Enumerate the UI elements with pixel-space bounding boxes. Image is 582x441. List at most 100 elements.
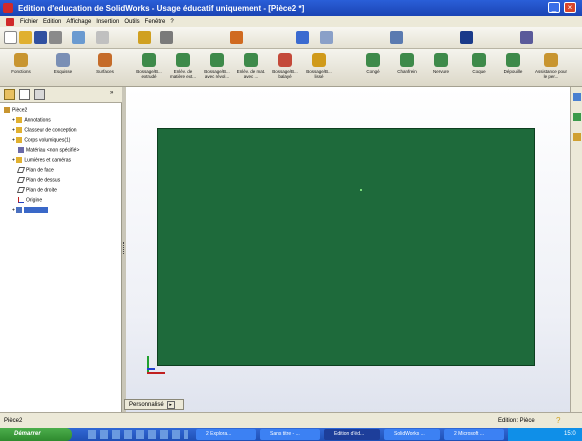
shell-icon [472, 53, 486, 67]
cmd-esquisse[interactable]: Esquisse [46, 51, 80, 74]
task-microsoft[interactable]: 2 Microsoft ... [444, 429, 504, 440]
select-icon[interactable] [96, 31, 109, 44]
minimize-button[interactable]: _ [548, 2, 560, 13]
sketch-point-icon [360, 189, 362, 191]
splitter-grip-icon [123, 242, 125, 254]
collapse-panel-icon[interactable]: » [110, 90, 113, 96]
task-pane-strip [570, 87, 582, 412]
task-untitled[interactable]: Sans titre - ... [260, 429, 320, 440]
command-manager: Fonctions Esquisse Surfaces Bossage/B...… [0, 49, 582, 87]
tree-root[interactable]: Pièce2 [4, 107, 27, 113]
plane-icon [16, 177, 26, 183]
design-library-icon[interactable] [573, 113, 581, 121]
property-manager-tab-icon[interactable] [19, 89, 30, 100]
task-solidworks[interactable]: SolidWorks ... [384, 429, 440, 440]
view-tab-label: Personnalisé [129, 401, 164, 408]
view-tab-dropdown-icon[interactable]: ▸ [166, 400, 175, 409]
cmd-rib[interactable]: Nervure [424, 51, 458, 74]
display-style-icon[interactable] [460, 31, 473, 44]
view-icon[interactable] [296, 31, 309, 44]
surfaces-icon [98, 53, 112, 67]
menu-fenetre[interactable]: Fenêtre [145, 19, 166, 25]
tree-item-origin[interactable]: Origine [18, 197, 42, 203]
cmd-extrude-boss[interactable]: Bossage/B... extrudé [132, 51, 166, 79]
cmd-chamfer[interactable]: Chanfrein [390, 51, 424, 74]
tree-item-material[interactable]: Matériau <non spécifié> [18, 147, 79, 153]
help-icon[interactable]: ? [556, 416, 560, 425]
menu-fichier[interactable]: Fichier [20, 19, 38, 25]
solidworks-logo-icon [3, 3, 13, 13]
window-title: Edition d'education de SolidWorks - Usag… [18, 3, 305, 13]
menu-edition[interactable]: Edition [43, 19, 61, 25]
print-icon[interactable] [49, 31, 62, 44]
tree-item-right-plane[interactable]: Plan de droite [16, 187, 57, 193]
plane-icon [16, 187, 26, 193]
cmd-surfaces[interactable]: Surfaces [88, 51, 122, 74]
loft-boss-icon [312, 53, 326, 67]
cmd-sweep-boss[interactable]: Bossage/B... balayé [268, 51, 302, 79]
sketch-icon [56, 53, 70, 67]
feature-tree-tab-icon[interactable] [4, 89, 15, 100]
taskbar: Démarrer 2 Explora... Sans titre - ... E… [0, 428, 582, 441]
tree-item-top-plane[interactable]: Plan de dessus [16, 177, 60, 183]
axis-triad-icon [145, 352, 171, 378]
draft-icon [506, 53, 520, 67]
menu-affichage[interactable]: Affichage [66, 19, 91, 25]
rotate-icon[interactable] [390, 31, 403, 44]
cmd-shell[interactable]: Coque [462, 51, 496, 74]
green-sketch-rectangle[interactable] [157, 128, 535, 366]
cmd-extrude-cut[interactable]: Enlèv. de matière ext... [166, 51, 200, 79]
app-menu-icon[interactable] [6, 18, 14, 26]
configuration-tab-icon[interactable] [34, 89, 45, 100]
features-icon [14, 53, 28, 67]
color-icon[interactable] [230, 31, 243, 44]
status-bar: Pièce2 Edition: Pièce ? [0, 412, 582, 428]
cmd-hole-wizard[interactable]: Assistance pour le per... [534, 51, 568, 79]
material-icon [18, 147, 24, 153]
new-icon[interactable] [4, 31, 17, 44]
clock: 15:0 [564, 431, 576, 437]
extrude-cut-icon [176, 53, 190, 67]
quick-launch-icons[interactable] [88, 430, 188, 439]
fillet-icon [366, 53, 380, 67]
revolve-boss-icon [210, 53, 224, 67]
cmd-loft-boss[interactable]: Bossage/B... lissé [302, 51, 336, 79]
menu-bar: Fichier Edition Affichage Insertion Outi… [0, 16, 582, 27]
cmd-fillet[interactable]: Congé [356, 51, 390, 74]
origin-icon [18, 197, 24, 203]
start-button[interactable]: Démarrer [0, 428, 72, 441]
plane-icon [16, 167, 26, 173]
cmd-revolve-boss[interactable]: Bossage/B... avec révol... [200, 51, 234, 79]
tree-item-front-plane[interactable]: Plan de face [16, 167, 54, 173]
open-icon[interactable] [19, 31, 32, 44]
annotations-icon [16, 117, 23, 123]
task-explorer[interactable]: 2 Explora... [196, 429, 256, 440]
task-pane-icon[interactable] [573, 93, 581, 101]
save-icon[interactable] [34, 31, 47, 44]
tree-item-lights-cameras[interactable]: + Lumières et caméras [12, 157, 71, 163]
cmd-draft[interactable]: Dépouille [496, 51, 530, 74]
cmd-revolve-cut[interactable]: Enlèv. de mat. avec ... [234, 51, 268, 79]
menu-help[interactable]: ? [170, 19, 173, 25]
revolve-cut-icon [244, 53, 258, 67]
close-button[interactable]: × [564, 2, 576, 13]
tree-item-design-binder[interactable]: + Classeur de conception [12, 127, 77, 133]
menu-outils[interactable]: Outils [124, 19, 139, 25]
undo-icon[interactable] [72, 31, 85, 44]
rebuild-icon[interactable] [138, 31, 151, 44]
tree-item-solid-bodies[interactable]: + Corps volumiques(1) [12, 137, 70, 143]
task-solidworks-edition[interactable]: Edition d'éd... [324, 429, 380, 440]
cmd-fonctions[interactable]: Fonctions [4, 51, 38, 74]
view-tab[interactable]: Personnalisé ▸ [124, 399, 184, 410]
status-right: Edition: Pièce [498, 418, 535, 424]
menu-insertion[interactable]: Insertion [96, 19, 119, 25]
zoom-icon[interactable] [320, 31, 333, 44]
section-view-icon[interactable] [520, 31, 533, 44]
status-left: Pièce2 [4, 418, 23, 424]
hole-wizard-icon [544, 53, 558, 67]
tree-item-annotations[interactable]: + Annotations [12, 117, 51, 123]
solid-bodies-icon [16, 137, 23, 143]
file-explorer-icon[interactable] [573, 133, 581, 141]
options-icon[interactable] [160, 31, 173, 44]
tree-item-extrude[interactable]: + [12, 207, 49, 213]
